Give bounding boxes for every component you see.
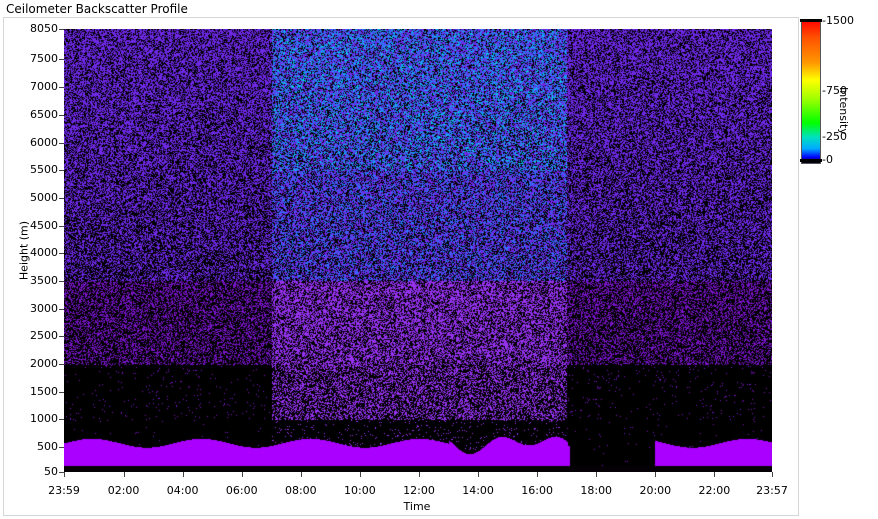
x-tick-mark	[182, 472, 184, 477]
heatmap-canvas	[64, 29, 772, 472]
y-tick-mark	[59, 308, 64, 310]
y-tick-label: 3000	[30, 301, 58, 315]
y-tick-label: 8050	[30, 22, 58, 35]
colorbar-handle-bottom[interactable]	[800, 159, 822, 162]
x-tick-mark	[596, 472, 598, 477]
colorbar-label: Intensity	[837, 87, 850, 135]
y-tick-mark	[59, 336, 64, 338]
x-tick-mark	[714, 472, 716, 477]
y-axis-label: Height (m)	[17, 220, 31, 281]
colorbar-tick-label: -0	[822, 153, 833, 166]
y-tick-label: 1500	[30, 384, 58, 398]
x-tick-mark	[359, 472, 361, 477]
x-tick-label: 10:00	[344, 484, 376, 497]
y-tick-label: 5000	[30, 190, 58, 204]
y-tick-label: 7000	[30, 80, 58, 94]
x-tick-label: 08:00	[284, 484, 317, 497]
x-tick-label: 20:00	[639, 484, 672, 497]
x-tick-mark	[655, 472, 657, 477]
y-tick-mark	[59, 225, 64, 227]
x-tick-label: 16:00	[521, 484, 553, 497]
x-tick-label: 02:00	[107, 484, 140, 497]
y-tick-label: 2000	[30, 357, 58, 371]
y-tick-mark	[59, 87, 64, 89]
x-tick-mark	[772, 472, 773, 477]
y-tick-mark	[59, 419, 64, 421]
y-tick-label: 50	[44, 465, 58, 478]
y-tick-label: 5500	[30, 163, 58, 177]
y-tick-mark	[59, 391, 64, 393]
x-tick-mark	[418, 472, 420, 477]
x-tick-label: 12:00	[403, 484, 435, 497]
colorbar-tick-label: -1500	[822, 14, 854, 27]
y-tick-mark	[59, 142, 64, 144]
x-tick-mark	[537, 472, 539, 477]
x-tick-label: 23:57	[756, 484, 788, 497]
y-tick-label: 6000	[30, 135, 58, 149]
y-tick-label: 1000	[30, 412, 58, 426]
y-tick-mark	[59, 114, 64, 116]
y-tick-label: 7500	[30, 52, 58, 66]
colorbar-gradient[interactable]	[801, 19, 821, 164]
colorbar: -1500 -750 -250 -0 Intensity	[800, 14, 878, 172]
y-tick-mark	[59, 364, 64, 366]
x-tick-mark	[300, 472, 302, 477]
plot-area[interactable]	[64, 29, 772, 472]
y-tick-mark	[59, 59, 64, 61]
y-tick-mark	[59, 197, 64, 199]
colorbar-handle-top[interactable]	[800, 19, 822, 22]
x-tick-mark	[123, 472, 125, 477]
chart-title: Ceilometer Backscatter Profile	[6, 2, 188, 16]
x-tick-label: 22:00	[698, 484, 731, 497]
x-tick-label: 14:00	[462, 484, 494, 497]
x-tick-mark	[64, 472, 65, 477]
y-tick-mark	[59, 253, 64, 255]
y-tick-mark	[59, 170, 64, 172]
y-tick-label: 6500	[30, 107, 58, 121]
x-tick-mark	[241, 472, 243, 477]
y-tick-label: 500	[37, 440, 58, 454]
y-tick-label: 2500	[30, 329, 58, 343]
x-axis-label: Time	[403, 500, 431, 513]
x-tick-label: 18:00	[580, 484, 613, 497]
x-tick-mark	[478, 472, 480, 477]
y-tick-mark	[59, 29, 64, 30]
x-tick-label: 04:00	[166, 484, 199, 497]
x-tick-label: 23:59	[48, 484, 80, 497]
y-tick-mark	[59, 447, 64, 449]
y-tick-mark	[59, 280, 64, 282]
x-tick-label: 06:00	[225, 484, 258, 497]
